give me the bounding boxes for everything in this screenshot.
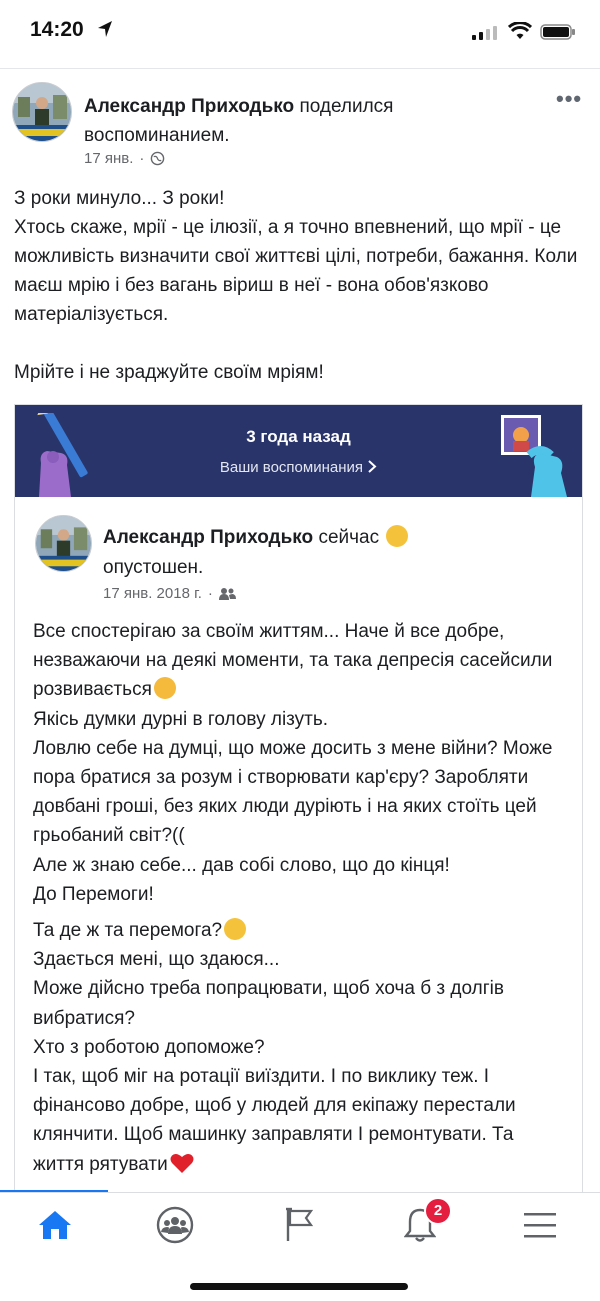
memory-banner[interactable]: 3 года назад Ваши воспоминания: [15, 405, 582, 497]
your-memories-label: Ваши воспоминания: [219, 459, 363, 476]
memory-line: Здається мені, що здаюся...: [33, 949, 280, 971]
friends-icon: [218, 588, 236, 600]
wifi-icon: [508, 22, 532, 39]
your-memories-link[interactable]: Ваши воспоминания: [15, 459, 582, 476]
post-header: Александр Приходько поделился воспоминан…: [84, 92, 524, 150]
groups-icon: [156, 1206, 194, 1244]
tab-home[interactable]: [25, 1203, 85, 1247]
avatar-photo-icon: [36, 516, 91, 571]
memory-line: Може дійсно треба попрацювати, щоб хоча …: [33, 978, 504, 1029]
divider: [0, 68, 600, 69]
pages-flag-icon: [286, 1207, 314, 1241]
tab-menu[interactable]: [510, 1203, 570, 1247]
memory-line: Ловлю себе на думці, що може досить з ме…: [33, 737, 553, 847]
hand-holding-pencil-icon: [37, 413, 88, 497]
memory-meta: 17 янв. 2018 г. ·: [103, 585, 236, 602]
separator-dot: ·: [207, 585, 213, 602]
hand-holding-photo-icon: [501, 415, 567, 497]
post-line: Хтось скаже, мрії - це ілюзії, а я точно…: [14, 217, 578, 325]
separator-dot: ·: [139, 150, 145, 167]
post-meta: 17 янв. ·: [84, 150, 165, 167]
memory-feeling: опустошен.: [103, 557, 204, 578]
signal-icon: [472, 26, 497, 40]
menu-icon: [524, 1213, 556, 1238]
memory-line: Та де ж та перемога?: [33, 920, 223, 942]
post-line: З роки минуло... З роки!: [14, 188, 225, 209]
memory-line: До Перемоги!: [33, 883, 154, 905]
frowning-emoji-icon: [153, 677, 176, 700]
memory-body: Все спостерігаю за своїм життям... Наче …: [33, 617, 569, 1179]
memory-card[interactable]: 3 года назад Ваши воспоминания Александр…: [14, 404, 583, 1205]
location-arrow-icon: [98, 21, 112, 37]
post-body: З роки минуло... З роки! Хтось скаже, мр…: [14, 184, 586, 387]
memory-line: І так, щоб міг на ротації виїздити. І по…: [33, 1066, 516, 1175]
globe-icon: [151, 151, 165, 166]
memory-line: Хто з роботою допоможе?: [33, 1036, 265, 1058]
tab-pages[interactable]: [270, 1203, 330, 1247]
chevron-right-icon: [368, 460, 377, 473]
pensive-emoji-icon: [386, 525, 409, 547]
pensive-emoji-icon: [224, 918, 247, 941]
battery-icon: [540, 24, 575, 40]
red-heart-icon: [170, 1153, 194, 1173]
memory-author-name[interactable]: Александр Приходько: [103, 527, 313, 548]
home-indicator[interactable]: [190, 1283, 408, 1290]
status-bar: 14:20: [0, 0, 600, 68]
home-icon: [39, 1211, 71, 1239]
memory-title: 3 года назад: [246, 427, 351, 446]
author-name[interactable]: Александр Приходько: [84, 96, 294, 117]
memory-date[interactable]: 17 янв. 2018 г.: [103, 585, 202, 602]
notifications-badge: 2: [424, 1197, 452, 1225]
memory-author-avatar[interactable]: [35, 515, 92, 572]
tab-groups[interactable]: [145, 1203, 205, 1247]
status-time: 14:20: [30, 18, 84, 41]
author-avatar[interactable]: [12, 82, 72, 142]
post-date[interactable]: 17 янв.: [84, 150, 133, 167]
memory-status-word: сейчас: [318, 527, 380, 548]
memory-line: Все спостерігаю за своїм життям... Наче …: [33, 621, 553, 701]
more-options-button[interactable]: •••: [556, 86, 582, 112]
memory-line: Але ж знаю себе... дав собі слово, що до…: [33, 854, 450, 876]
post-line: Мрійте і не зраджуйте своїм мріям!: [14, 362, 324, 383]
memory-line: Якісь думки дурні в голову лізуть.: [33, 708, 329, 730]
memory-post-header: Александр Приходько сейчас опустошен.: [103, 523, 543, 583]
avatar-photo-icon: [13, 83, 71, 141]
